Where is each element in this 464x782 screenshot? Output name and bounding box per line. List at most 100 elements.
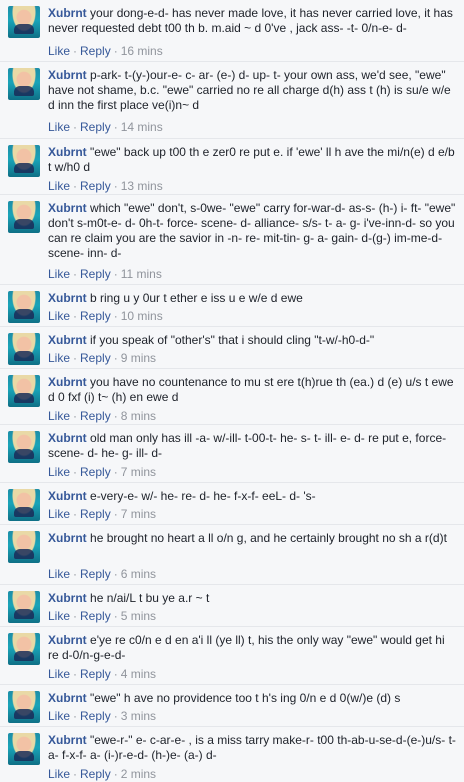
comment-item: Xubrnt "ewe" back up t00 th e zer0 re pu… [0, 139, 464, 195]
separator-dot: · [113, 409, 118, 423]
author-name[interactable]: Xubrnt [48, 733, 87, 747]
reply-link[interactable]: Reply [80, 567, 111, 581]
avatar[interactable] [8, 691, 40, 723]
reply-link[interactable]: Reply [80, 351, 111, 365]
author-name[interactable]: Xubrnt [48, 375, 87, 389]
avatar[interactable] [8, 733, 40, 765]
comment-body: Xubrnt e'ye re c0/n e d en a'i ll (ye ll… [48, 633, 456, 663]
like-link[interactable]: Like [48, 351, 70, 365]
author-name[interactable]: Xubrnt [48, 333, 87, 347]
like-link[interactable]: Like [48, 309, 70, 323]
timestamp[interactable]: 5 mins [121, 609, 156, 623]
comment-item: Xubrnt he brought no heart a ll o/n g, a… [0, 525, 464, 585]
timestamp[interactable]: 4 mins [121, 667, 156, 681]
avatar[interactable] [8, 633, 40, 665]
like-link[interactable]: Like [48, 667, 70, 681]
reply-link[interactable]: Reply [80, 409, 111, 423]
comment-item: Xubrnt you have no countenance to mu st … [0, 369, 464, 425]
comment-item: Xubrnt "ewe" h ave no providence too t h… [0, 685, 464, 727]
author-name[interactable]: Xubrnt [48, 68, 87, 82]
avatar[interactable] [8, 291, 40, 323]
comment-actions: Like · Reply · 3 mins [48, 709, 156, 723]
like-link[interactable]: Like [48, 507, 70, 521]
author-name[interactable]: Xubrnt [48, 489, 87, 503]
reply-link[interactable]: Reply [80, 709, 111, 723]
author-name[interactable]: Xubrnt [48, 531, 87, 545]
like-link[interactable]: Like [48, 409, 70, 423]
author-name[interactable]: Xubrnt [48, 633, 87, 647]
author-name[interactable]: Xubrnt [48, 691, 87, 705]
timestamp[interactable]: 8 mins [121, 409, 156, 423]
comment-actions: Like · Reply · 2 mins [48, 767, 156, 781]
timestamp[interactable]: 7 mins [121, 507, 156, 521]
comment-text: e'ye re c0/n e d en a'i ll (ye ll) t, hi… [48, 633, 445, 662]
comment-actions: Like · Reply · 4 mins [48, 667, 156, 681]
avatar[interactable] [8, 68, 40, 100]
comment-text: b ring u y 0ur t ether e iss u e w/e d e… [90, 291, 303, 305]
author-name[interactable]: Xubrnt [48, 201, 87, 215]
reply-link[interactable]: Reply [80, 44, 111, 58]
timestamp[interactable]: 3 mins [121, 709, 156, 723]
comment-body: Xubrnt e-very-e- w/- he- re- d- he- f-x-… [48, 489, 456, 504]
comment-actions: Like · Reply · 5 mins [48, 609, 156, 623]
reply-link[interactable]: Reply [80, 179, 111, 193]
separator-dot: · [113, 709, 118, 723]
like-link[interactable]: Like [48, 465, 70, 479]
reply-link[interactable]: Reply [80, 120, 111, 134]
comment-item: Xubrnt "ewe-r-" e- c-ar-e- , is a miss t… [0, 727, 464, 782]
comment-item: Xubrnt he n/ai/L t bu ye a.r ~ t Like · Re… [0, 585, 464, 627]
avatar[interactable] [8, 489, 40, 521]
avatar[interactable] [8, 333, 40, 365]
like-link[interactable]: Like [48, 267, 70, 281]
author-name[interactable]: Xubrnt [48, 591, 87, 605]
like-link[interactable]: Like [48, 120, 70, 134]
comment-item: Xubrnt p-ark- t-(y-)our-e- c- ar- (e-) d… [0, 62, 464, 139]
author-name[interactable]: Xubrnt [48, 291, 87, 305]
timestamp[interactable]: 7 mins [121, 465, 156, 479]
separator-dot: · [73, 179, 78, 193]
reply-link[interactable]: Reply [80, 767, 111, 781]
timestamp[interactable]: 16 mins [121, 44, 163, 58]
timestamp[interactable]: 2 mins [121, 767, 156, 781]
comment-item: Xubrnt your dong-e-d- has never made lov… [0, 0, 464, 62]
separator-dot: · [113, 267, 118, 281]
reply-link[interactable]: Reply [80, 609, 111, 623]
reply-link[interactable]: Reply [80, 465, 111, 479]
like-link[interactable]: Like [48, 179, 70, 193]
separator-dot: · [73, 409, 78, 423]
comment-actions: Like · Reply · 7 mins [48, 465, 156, 479]
avatar[interactable] [8, 431, 40, 463]
timestamp[interactable]: 10 mins [121, 309, 163, 323]
comment-body: Xubrnt he brought no heart a ll o/n g, a… [48, 531, 456, 546]
reply-link[interactable]: Reply [80, 267, 111, 281]
timestamp[interactable]: 14 mins [121, 120, 163, 134]
author-name[interactable]: Xubrnt [48, 431, 87, 445]
like-link[interactable]: Like [48, 767, 70, 781]
avatar[interactable] [8, 6, 40, 38]
avatar[interactable] [8, 145, 40, 177]
timestamp[interactable]: 11 mins [121, 267, 162, 281]
timestamp[interactable]: 6 mins [121, 567, 156, 581]
timestamp[interactable]: 13 mins [121, 179, 163, 193]
comment-body: Xubrnt you have no countenance to mu st … [48, 375, 456, 405]
comment-text: which "ewe" don't, s-0we- "ewe" carry fo… [48, 201, 456, 260]
author-name[interactable]: Xubrnt [48, 6, 87, 20]
separator-dot: · [73, 44, 78, 58]
reply-link[interactable]: Reply [80, 667, 111, 681]
separator-dot: · [113, 120, 118, 134]
comment-body: Xubrnt "ewe-r-" e- c-ar-e- , is a miss t… [48, 733, 456, 763]
avatar[interactable] [8, 591, 40, 623]
comment-text: your dong-e-d- has never made love, it h… [48, 6, 453, 35]
reply-link[interactable]: Reply [80, 309, 111, 323]
avatar[interactable] [8, 375, 40, 407]
like-link[interactable]: Like [48, 567, 70, 581]
avatar[interactable] [8, 201, 40, 233]
reply-link[interactable]: Reply [80, 507, 111, 521]
author-name[interactable]: Xubrnt [48, 145, 87, 159]
like-link[interactable]: Like [48, 609, 70, 623]
comment-text: "ewe" back up t00 th e zer0 re put e. if… [48, 145, 455, 174]
timestamp[interactable]: 9 mins [121, 351, 156, 365]
like-link[interactable]: Like [48, 44, 70, 58]
like-link[interactable]: Like [48, 709, 70, 723]
avatar[interactable] [8, 531, 40, 563]
